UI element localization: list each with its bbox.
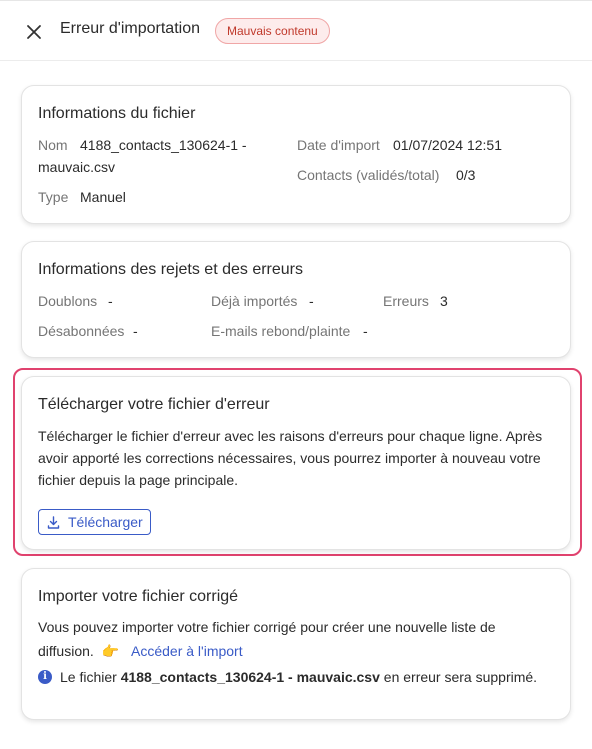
duplicates-label: Doublons xyxy=(38,293,98,309)
bounce-value: - xyxy=(363,323,368,339)
deletion-notice-suffix: en erreur sera supprimé. xyxy=(379,669,538,685)
card-title: Importer votre fichier corrigé xyxy=(38,588,239,605)
pointing-hand-icon: 👉 xyxy=(101,643,120,659)
dialog-title: Erreur d'importation xyxy=(60,20,200,37)
import-date-value: 01/07/2024 12:51 xyxy=(393,137,502,153)
deletion-notice-prefix: Le fichier xyxy=(60,669,121,685)
name-value-line2: mauvaic.csv xyxy=(38,159,116,175)
download-card: Télécharger votre fichier d'erreur Téléc… xyxy=(21,376,571,550)
name-label: Nom xyxy=(38,137,68,153)
bounce-label: E-mails rebond/plainte xyxy=(211,323,351,339)
deletion-notice: Le fichier 4188_contacts_130624-1 - mauv… xyxy=(60,666,537,688)
errors-label: Erreurs xyxy=(383,293,429,309)
type-label: Type xyxy=(38,189,69,205)
reimport-description-text: diffusion. xyxy=(38,643,94,659)
contacts-value: 0/3 xyxy=(456,167,476,183)
download-description-line3: fichier depuis la page principale. xyxy=(38,472,239,488)
info-icon: i xyxy=(38,670,52,684)
reimport-description-line1: Vous pouvez importer votre fichier corri… xyxy=(38,619,496,635)
dialog-header: Erreur d'importation Mauvais contenu xyxy=(0,1,592,61)
import-date-label: Date d'import xyxy=(297,137,380,153)
go-to-import-link[interactable]: Accéder à l'import xyxy=(131,643,243,659)
close-icon xyxy=(27,25,41,39)
duplicates-value: - xyxy=(108,293,113,309)
status-badge: Mauvais contenu xyxy=(215,18,330,44)
file-info-card: Informations du fichier Nom 4188_contact… xyxy=(21,85,571,224)
type-value: Manuel xyxy=(80,189,126,205)
download-button[interactable]: Télécharger xyxy=(38,509,151,535)
download-button-label: Télécharger xyxy=(68,514,143,530)
already-imported-label: Déjà importés xyxy=(211,293,298,309)
contacts-label: Contacts (validés/total) xyxy=(297,167,440,183)
deletion-notice-file: 4188_contacts_130624-1 - mauvaic.csv xyxy=(120,669,380,685)
reimport-description-line2: diffusion. 👉 Accéder à l'import xyxy=(38,640,243,662)
card-title: Informations du fichier xyxy=(38,105,196,122)
download-icon xyxy=(47,515,60,529)
already-imported-value: - xyxy=(309,293,314,309)
unsubscribed-label: Désabonnées xyxy=(38,323,125,339)
reimport-card: Importer votre fichier corrigé Vous pouv… xyxy=(21,568,571,720)
download-description-line1: Télécharger le fichier d'erreur avec les… xyxy=(38,428,543,444)
card-title: Télécharger votre fichier d'erreur xyxy=(38,396,270,413)
rejects-card: Informations des rejets et des erreurs D… xyxy=(21,241,571,358)
errors-value: 3 xyxy=(440,293,448,309)
card-title: Informations des rejets et des erreurs xyxy=(38,261,304,278)
unsubscribed-value: - xyxy=(133,323,138,339)
download-description-line2: avoir apporté les corrections nécessaire… xyxy=(38,450,541,466)
name-value-line1: 4188_contacts_130624-1 - xyxy=(80,137,247,153)
close-button[interactable] xyxy=(22,20,46,44)
